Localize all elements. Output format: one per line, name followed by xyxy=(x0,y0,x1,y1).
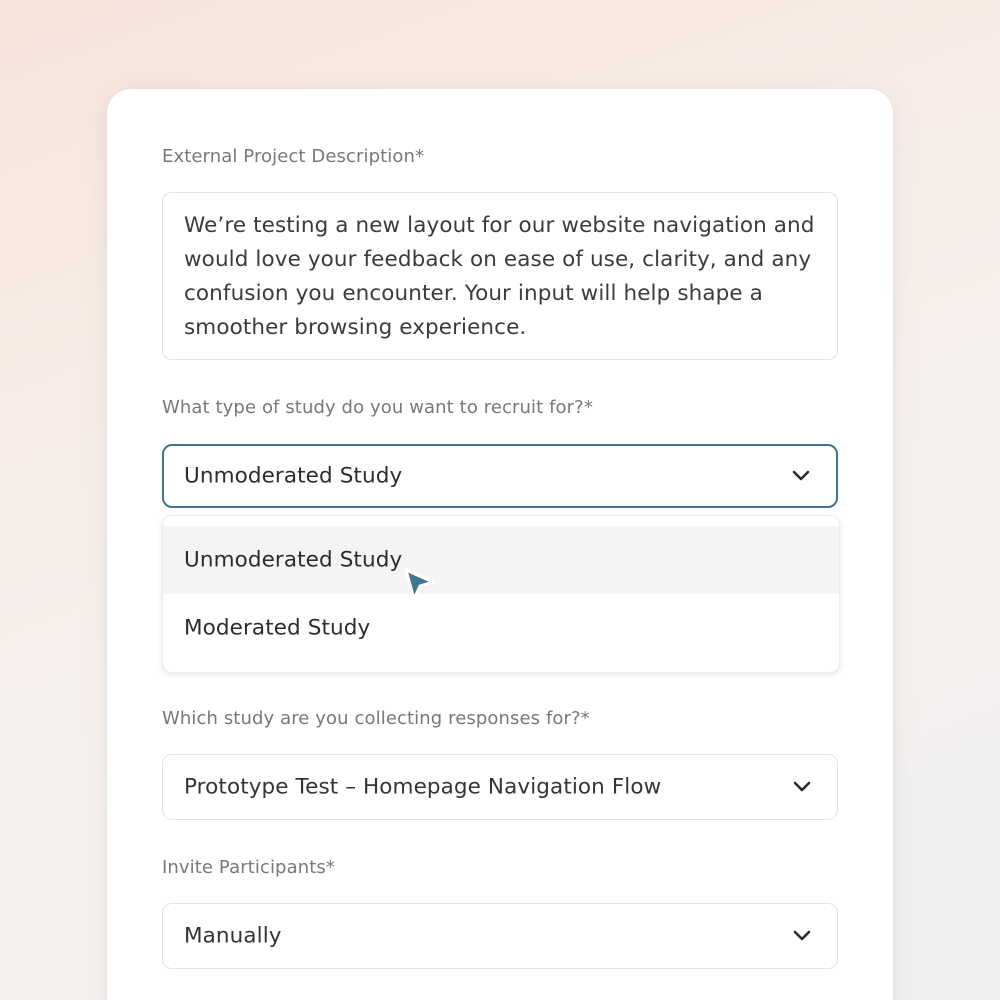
study-value: Prototype Test – Homepage Navigation Flo… xyxy=(184,774,662,800)
invite-select[interactable]: Manually xyxy=(162,903,838,969)
option-label: Moderated Study xyxy=(184,615,371,641)
option-unmoderated-study[interactable]: Unmoderated Study xyxy=(163,526,839,594)
study-select[interactable]: Prototype Test – Homepage Navigation Flo… xyxy=(162,754,838,820)
study-type-select[interactable]: Unmoderated Study xyxy=(162,444,838,508)
study-type-value: Unmoderated Study xyxy=(184,463,403,489)
option-moderated-study[interactable]: Moderated Study xyxy=(163,594,839,662)
study-type-label: What type of study do you want to recrui… xyxy=(162,397,593,418)
study-type-dropdown: Unmoderated Study Moderated Study xyxy=(162,515,840,673)
invite-label: Invite Participants* xyxy=(162,857,335,878)
description-label: External Project Description* xyxy=(162,146,425,167)
form-card: External Project Description* We’re test… xyxy=(107,89,893,1000)
invite-value: Manually xyxy=(184,923,282,949)
chevron-down-icon xyxy=(792,470,810,482)
chevron-down-icon xyxy=(793,781,811,793)
description-textarea[interactable]: We’re testing a new layout for our websi… xyxy=(162,192,838,360)
cursor-arrow-icon xyxy=(402,566,438,604)
option-label: Unmoderated Study xyxy=(184,547,403,573)
study-label: Which study are you collecting responses… xyxy=(162,708,590,729)
chevron-down-icon xyxy=(793,930,811,942)
